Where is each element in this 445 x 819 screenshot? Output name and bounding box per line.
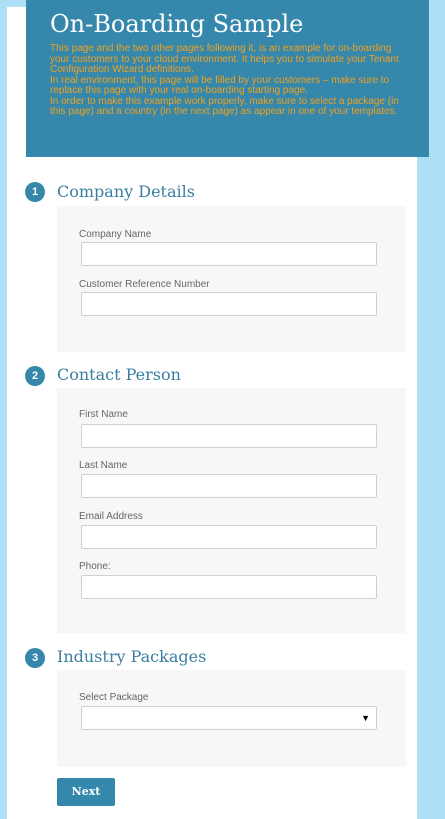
phone-input[interactable]	[81, 575, 377, 599]
description-paragraph: In real environment, this page will be f…	[50, 74, 390, 96]
contact-person-panel: First Name Last Name Email Address Phone…	[57, 388, 406, 633]
page-title: On-Boarding Sample	[50, 10, 304, 38]
company-details-panel: Company Name Customer Reference Number	[57, 206, 406, 352]
header-description: This page and the two other pages follow…	[50, 43, 408, 118]
next-button[interactable]: Next	[57, 778, 115, 806]
page-header: On-Boarding Sample This page and the two…	[26, 0, 429, 157]
section-title-company: Company Details	[57, 182, 195, 201]
chevron-down-icon: ▼	[361, 713, 370, 723]
section-number-badge: 1	[25, 182, 45, 202]
first-name-input[interactable]	[81, 424, 377, 448]
first-name-label: First Name	[79, 409, 128, 420]
section-number-badge: 3	[25, 648, 45, 668]
customer-reference-label: Customer Reference Number	[79, 279, 210, 290]
select-package-label: Select Package	[79, 692, 149, 703]
company-name-label: Company Name	[79, 229, 152, 240]
phone-label: Phone:	[79, 561, 111, 572]
last-name-label: Last Name	[79, 460, 128, 471]
customer-reference-input[interactable]	[81, 292, 377, 316]
select-package-dropdown[interactable]: ▼	[81, 706, 377, 730]
section-number-badge: 2	[25, 366, 45, 386]
section-title-industry: Industry Packages	[57, 647, 207, 666]
company-name-input[interactable]	[81, 242, 377, 266]
description-paragraph: This page and the two other pages follow…	[50, 43, 399, 75]
last-name-input[interactable]	[81, 474, 377, 498]
industry-packages-panel: Select Package ▼	[57, 670, 406, 767]
email-address-label: Email Address	[79, 511, 143, 522]
email-address-input[interactable]	[81, 525, 377, 549]
description-paragraph: In order to make this example work prope…	[50, 95, 399, 117]
section-title-contact: Contact Person	[57, 365, 181, 384]
